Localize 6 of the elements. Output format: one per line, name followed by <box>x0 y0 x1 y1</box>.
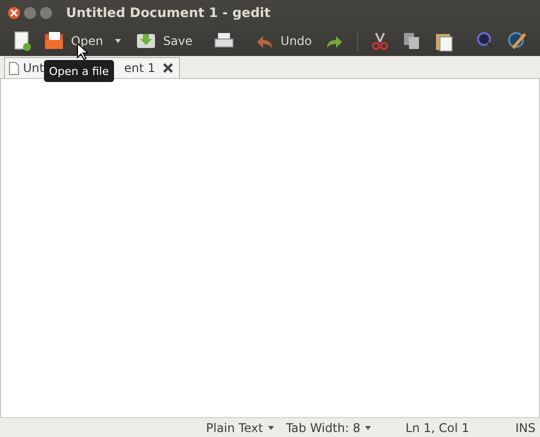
cursor-position: Ln 1, Col 1 <box>405 420 470 434</box>
insert-mode: INS <box>515 420 536 434</box>
tab-label: Unt <box>23 61 44 75</box>
window-title: Untitled Document 1 - gedit <box>66 6 270 20</box>
tooltip: Open a file <box>44 60 114 82</box>
tab-label: ent 1 <box>124 61 156 75</box>
